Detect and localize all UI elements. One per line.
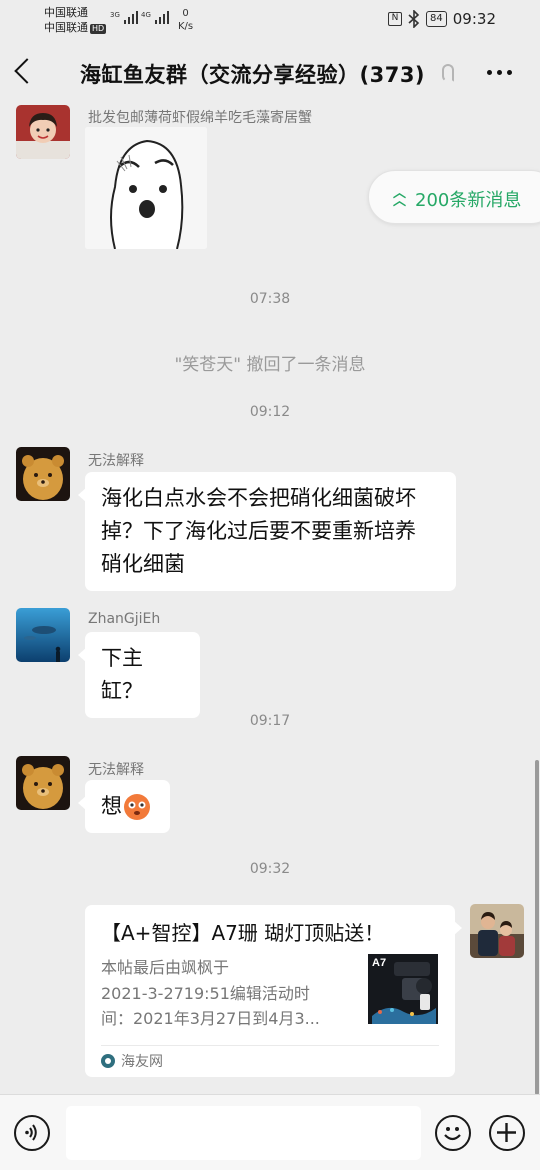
more-button[interactable] [487, 70, 512, 75]
voice-button[interactable] [14, 1115, 50, 1151]
source-logo-icon [101, 1054, 115, 1068]
net-speed-value: 0 [182, 8, 189, 19]
message-line: 掉？下了海化过后要不要重新培养 [101, 519, 416, 543]
avatar[interactable] [16, 608, 70, 662]
link-card-desc-line: 本帖最后由飒枫于 [101, 958, 230, 977]
bluetooth-icon [408, 10, 420, 28]
message-input[interactable] [66, 1106, 421, 1160]
sender-name: 无法解释 [88, 762, 144, 778]
signal-icon-1: 3G [110, 11, 138, 24]
back-button[interactable] [8, 52, 48, 94]
status-right: N 84 09:32 [388, 10, 496, 28]
chevron-left-icon [14, 58, 40, 84]
new-messages-button[interactable]: ︿ ︿ 200条新消息 [368, 170, 540, 224]
avatar[interactable] [16, 105, 70, 159]
message-line: 硝化细菌 [101, 552, 185, 576]
voice-icon [25, 1124, 37, 1141]
hd-badge: HD [90, 24, 107, 34]
signal-type-2: 4G [141, 11, 151, 19]
sender-name: 批发包邮薄荷虾假绵羊吃毛藻寄居蟹 [88, 110, 312, 126]
family-avatar-image [470, 904, 524, 958]
link-card-thumb-label: A7 [372, 957, 387, 969]
plus-icon [497, 1123, 516, 1142]
recall-notice: "笑苍天" 撤回了一条消息 [174, 355, 366, 375]
avatar[interactable] [16, 756, 70, 810]
status-bar: 中国联通 中国联通 HD 3G 4G 0 K/s N 84 09:32 [0, 0, 540, 42]
sticker-image[interactable] [85, 127, 207, 249]
link-card-title: 【A+智控】A7珊 瑚灯顶贴送！ [101, 921, 385, 945]
message-text: 下主缸？ [101, 646, 143, 703]
message-bubble[interactable]: 下主缸？ [78, 632, 200, 718]
link-card-desc-line: 2021-3-2719:51编辑活动时 [101, 983, 310, 1003]
net-speed: 0 K/s [178, 7, 193, 33]
bear-avatar-image [16, 756, 70, 810]
message-bubble[interactable]: 海化白点水会不会把硝化细菌破坏 掉？下了海化过后要不要重新培养 硝化细菌 [78, 472, 456, 591]
link-card-thumbnail: A7 [368, 954, 438, 1024]
chat-header: 海缸鱼友群（交流分享经验）(373) [0, 42, 540, 104]
meme-face-icon [85, 127, 207, 249]
aquarium-avatar-image [16, 608, 70, 662]
avatar[interactable] [16, 447, 70, 501]
chat-title: 海缸鱼友群（交流分享经验）(373) [80, 63, 426, 87]
link-card-divider [101, 1045, 439, 1046]
carrier-label-2: 中国联通 HD [44, 21, 107, 35]
time-divider: 09:17 [249, 713, 291, 729]
ear-icon[interactable] [442, 64, 454, 82]
signal-type-1: 3G [110, 11, 120, 19]
link-card-source: 海友网 [101, 1051, 163, 1071]
time-divider: 09:32 [249, 861, 291, 877]
link-card[interactable]: 【A+智控】A7珊 瑚灯顶贴送！ 本帖最后由飒枫于 2021-3-2719:51… [85, 905, 462, 1077]
more-dots-icon [487, 70, 492, 75]
scared-face-emoji [124, 793, 150, 820]
double-chevron-up-icon: ︿ ︿ [393, 186, 407, 209]
smiley-icon [444, 1127, 461, 1141]
message-line: 海化白点水会不会把硝化细菌破坏 [101, 486, 416, 510]
signal-icon-2: 4G [141, 11, 169, 24]
scrollbar[interactable] [535, 760, 539, 1095]
battery-icon: 84 [426, 11, 447, 27]
bear-avatar-image [16, 447, 70, 501]
net-speed-unit: K/s [178, 21, 194, 32]
time-divider: 09:12 [249, 404, 291, 420]
sender-name: ZhanGjiEh [88, 611, 161, 627]
link-card-source-name: 海友网 [121, 1054, 163, 1070]
plus-button[interactable] [489, 1115, 525, 1151]
link-card-description: 本帖最后由飒枫于 2021-3-2719:51编辑活动时 间：2021年3月27… [101, 955, 351, 1032]
time-divider: 07:38 [249, 291, 291, 307]
nfc-icon: N [388, 12, 403, 26]
avatar[interactable] [470, 904, 524, 958]
new-messages-label: 200条新消息 [415, 190, 522, 211]
carrier-label-2-text: 中国联通 [44, 21, 88, 34]
message-bubble[interactable]: 想 [78, 780, 170, 833]
emoji-button[interactable] [435, 1115, 471, 1151]
sender-name: 无法解释 [88, 453, 144, 469]
message-text: 想 [101, 794, 122, 818]
child-avatar-image [16, 105, 70, 159]
carrier-label-1: 中国联通 [44, 6, 88, 19]
clock: 09:32 [452, 10, 496, 28]
input-bar [0, 1094, 540, 1170]
link-card-desc-line: 间：2021年3月27日到4月3... [101, 1009, 320, 1028]
